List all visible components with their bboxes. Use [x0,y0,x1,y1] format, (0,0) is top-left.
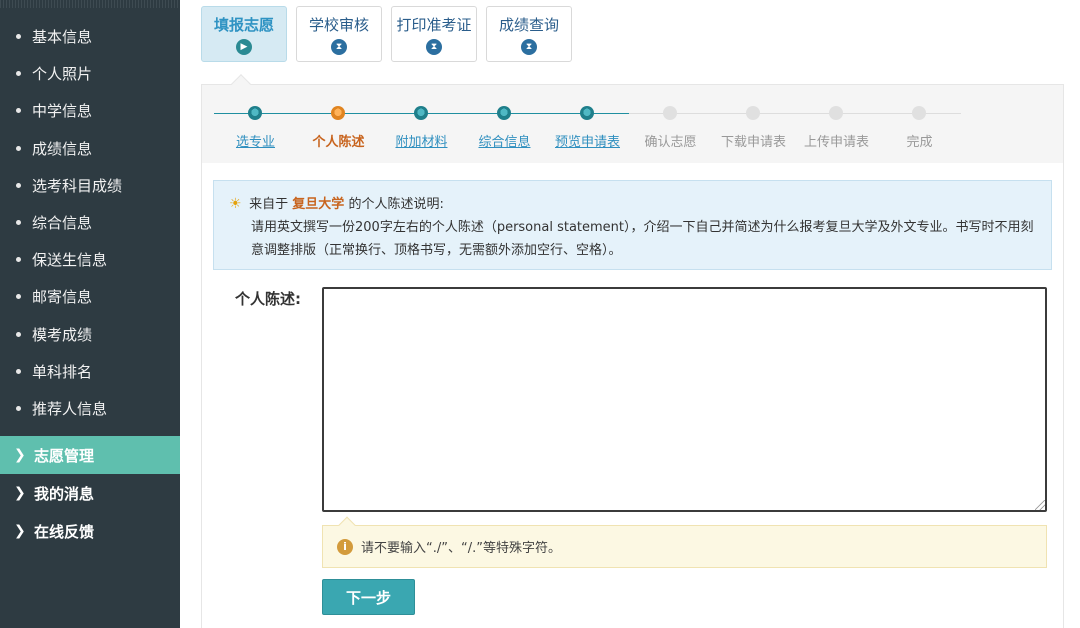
step-node-icon [414,106,428,120]
step-label: 完成 [906,135,933,150]
notice-prefix: 来自于 [249,197,289,212]
progress-steps: 选专业 个人陈述 附加材料 综合信息 预览申请表 确认志愿 下载申请表 上传申请… [214,105,974,155]
sidebar-item-grades[interactable]: 成绩信息 [0,130,180,167]
sidebar-item-label: 保送生信息 [32,251,108,270]
hourglass-icon: ⧗ [521,39,537,55]
sidebar-item-label: 邮寄信息 [32,288,93,307]
sidebar-item-photo[interactable]: 个人照片 [0,55,180,92]
chevron-right-icon: ❯ [14,523,26,539]
sidebar-item-application-management[interactable]: ❯ 志愿管理 [0,436,180,474]
bullet-icon [16,368,21,374]
sidebar-texture [0,0,180,8]
step-node-icon [497,106,511,120]
hourglass-icon: ⧗ [426,39,442,55]
main-content: 填报志愿 ▶ 学校审核 ⧗ 打印准考证 ⧗ 成绩查询 ⧗ 选专业 个人陈述 附加… [180,0,1080,628]
step-label: 确认志愿 [644,135,697,150]
sidebar-item-label: 单科排名 [32,362,93,381]
sidebar-item-label: 我的消息 [34,484,95,503]
bullet-icon [16,182,21,188]
step-node-icon [829,106,843,120]
tab-print-admission-ticket[interactable]: 打印准考证 ⧗ [391,6,477,62]
bullet-icon [16,220,21,226]
step-node-icon [663,106,677,120]
step-label: 选专业 [235,135,275,150]
bullet-icon [16,331,21,337]
notice-suffix: 的个人陈述说明: [348,197,444,212]
sidebar-item-mock-exam[interactable]: 模考成绩 [0,316,180,353]
chevron-right-icon: ❯ [14,447,26,463]
bullet-icon [16,294,21,300]
sidebar-item-online-feedback[interactable]: ❯ 在线反馈 [0,512,180,550]
sidebar-main-list: ❯ 志愿管理 ❯ 我的消息 ❯ 在线反馈 [0,436,180,550]
tab-label: 成绩查询 [498,16,559,34]
statement-instructions: ☀ 来自于 复旦大学 的个人陈述说明: 请用英文撰写一份200字左右的个人陈述（… [213,180,1052,270]
sidebar-item-label: 成绩信息 [32,139,93,158]
notice-body-line-2: 意调整排版（正常换行、顶格书写，无需额外添加空行、空格）。 [251,243,622,258]
sidebar-item-general-info[interactable]: 综合信息 [0,204,180,241]
chevron-right-icon: ❯ [14,485,26,501]
step-label: 附加材料 [395,135,448,150]
sidebar: 基本信息 个人照片 中学信息 成绩信息 选考科目成绩 综合信息 保送生信息 邮寄… [0,0,180,628]
step-label: 预览申请表 [554,135,620,150]
warning-text: 请不要输入“./”、“/.”等特殊字符。 [361,541,561,556]
sidebar-item-recommended-admission[interactable]: 保送生信息 [0,241,180,278]
bullet-icon [16,108,21,114]
tab-fill-application[interactable]: 填报志愿 ▶ [201,6,287,62]
info-icon: i [337,538,353,555]
sidebar-item-label: 中学信息 [32,102,93,121]
sidebar-item-school-info[interactable]: 中学信息 [0,92,180,129]
sidebar-item-label: 志愿管理 [34,446,95,465]
top-tabs: 填报志愿 ▶ 学校审核 ⧗ 打印准考证 ⧗ 成绩查询 ⧗ [201,6,572,62]
sidebar-item-label: 选考科目成绩 [32,176,123,195]
hourglass-icon: ⧗ [331,39,347,55]
lightbulb-icon: ☀ [229,196,242,212]
sidebar-item-label: 个人照片 [32,65,93,84]
bullet-icon [16,257,21,263]
step-node-icon [746,106,760,120]
step-node-icon [248,106,262,120]
step-node-icon [580,106,594,120]
resize-grip-icon[interactable] [1035,500,1045,510]
bullet-icon [16,71,21,77]
sidebar-item-my-messages[interactable]: ❯ 我的消息 [0,474,180,512]
sidebar-item-label: 在线反馈 [34,522,95,541]
university-name: 复旦大学 [292,197,345,212]
notice-heading: ☀ 来自于 复旦大学 的个人陈述说明: [229,193,1037,216]
sidebar-item-referee-info[interactable]: 推荐人信息 [0,390,180,427]
personal-statement-textarea[interactable] [322,287,1047,512]
personal-statement-label: 个人陈述: [235,290,301,308]
sidebar-item-label: 综合信息 [32,214,93,233]
next-step-button[interactable]: 下一步 [322,579,415,615]
step-node-icon [912,106,926,120]
step-label: 综合信息 [478,135,531,150]
sidebar-item-label: 模考成绩 [32,325,93,344]
sidebar-item-mailing-info[interactable]: 邮寄信息 [0,278,180,315]
tab-label: 打印准考证 [396,16,472,34]
bullet-icon [16,145,21,151]
sidebar-item-subject-rank[interactable]: 单科排名 [0,353,180,390]
sidebar-item-elective-grades[interactable]: 选考科目成绩 [0,167,180,204]
step-label: 下载申请表 [720,135,786,150]
tab-label: 学校审核 [308,16,369,34]
step-label: 个人陈述 [312,135,365,150]
notice-body-line-1: 请用英文撰写一份200字左右的个人陈述（personal statement），… [251,220,1034,235]
play-icon: ▶ [236,39,252,55]
bullet-icon [16,405,21,411]
sidebar-item-label: 推荐人信息 [32,399,108,418]
input-warning: i 请不要输入“./”、“/.”等特殊字符。 [322,516,1047,568]
tab-label: 填报志愿 [213,16,274,34]
sidebar-item-label: 基本信息 [32,28,93,47]
content-panel: 选专业 个人陈述 附加材料 综合信息 预览申请表 确认志愿 下载申请表 上传申请… [201,74,1064,628]
bullet-icon [16,34,21,40]
warning-pointer [338,516,356,534]
sidebar-sub-list: 基本信息 个人照片 中学信息 成绩信息 选考科目成绩 综合信息 保送生信息 邮寄… [0,18,180,427]
tab-score-query[interactable]: 成绩查询 ⧗ [486,6,572,62]
step-label: 上传申请表 [803,135,869,150]
sidebar-item-basic-info[interactable]: 基本信息 [0,18,180,55]
step-node-icon [331,106,345,120]
tab-school-review[interactable]: 学校审核 ⧗ [296,6,382,62]
